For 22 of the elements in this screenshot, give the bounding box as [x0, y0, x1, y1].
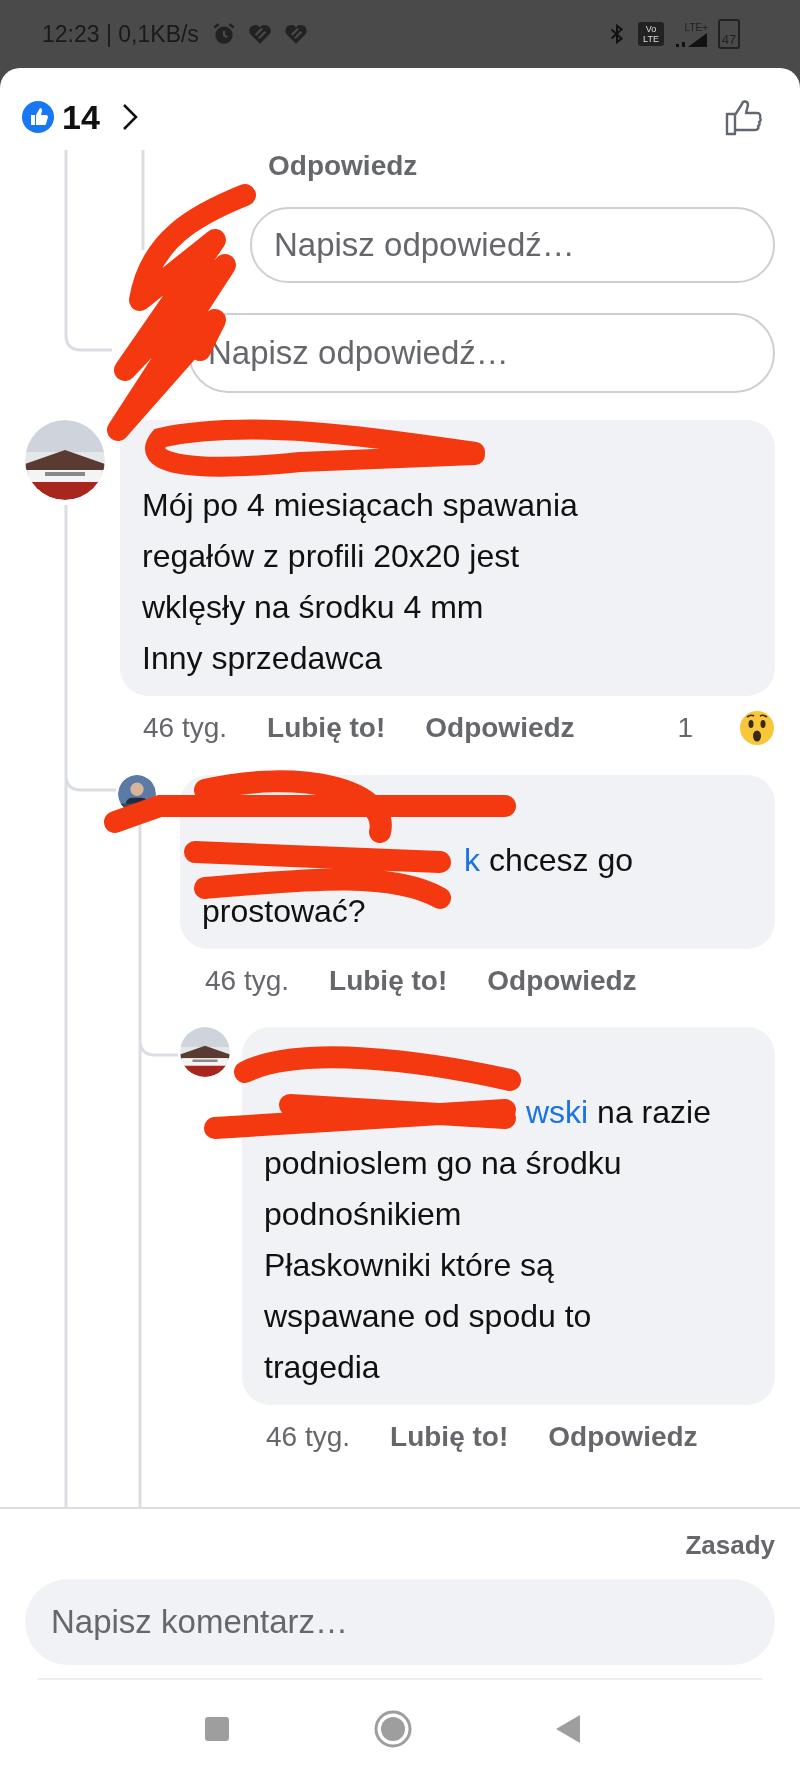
reply-field[interactable]: Napisz odpowiedź… [250, 207, 775, 283]
mention-link[interactable]: k [464, 842, 480, 878]
comment-time: 46 tyg. [266, 1420, 351, 1454]
reply-link[interactable]: Odpowiedz [425, 708, 575, 748]
reaction-count: 1 [677, 711, 693, 745]
reaction-count[interactable]: 14 [62, 97, 100, 137]
like-link[interactable]: Lubię to! [267, 708, 386, 748]
comment-text: wski na razie podnioslem go na środku podnośnikiem Płaskowniki które są wspawane od spodu to tragedia [264, 1093, 712, 1387]
comment-text: Mój po 4 miesiącach spawania regałów z profili 20x20 jest wklęsły na środku 4 mm Inny sprzedawca [142, 486, 579, 678]
comment-time: 46 tyg. [205, 964, 290, 998]
volte-badge: Vo LTE [638, 22, 664, 46]
reply-link[interactable]: Odpowiedz [268, 150, 418, 182]
mention-link[interactable]: wski [526, 1094, 589, 1130]
reply-field[interactable]: Napisz odpowiedź… [188, 313, 775, 393]
like-link[interactable]: Lubię to! [390, 1417, 509, 1457]
reply-link[interactable]: Odpowiedz [548, 1417, 698, 1457]
comment-text: k chcesz go prostować? [202, 841, 634, 931]
comment-time: 46 tyg. [143, 711, 228, 745]
like-link[interactable]: Lubię to! [329, 961, 448, 1001]
rules-link[interactable]: Zasady [685, 1529, 775, 1561]
comment-field[interactable]: Napisz komentarz… [25, 1579, 775, 1665]
reply-link[interactable]: Odpowiedz [487, 961, 637, 1001]
